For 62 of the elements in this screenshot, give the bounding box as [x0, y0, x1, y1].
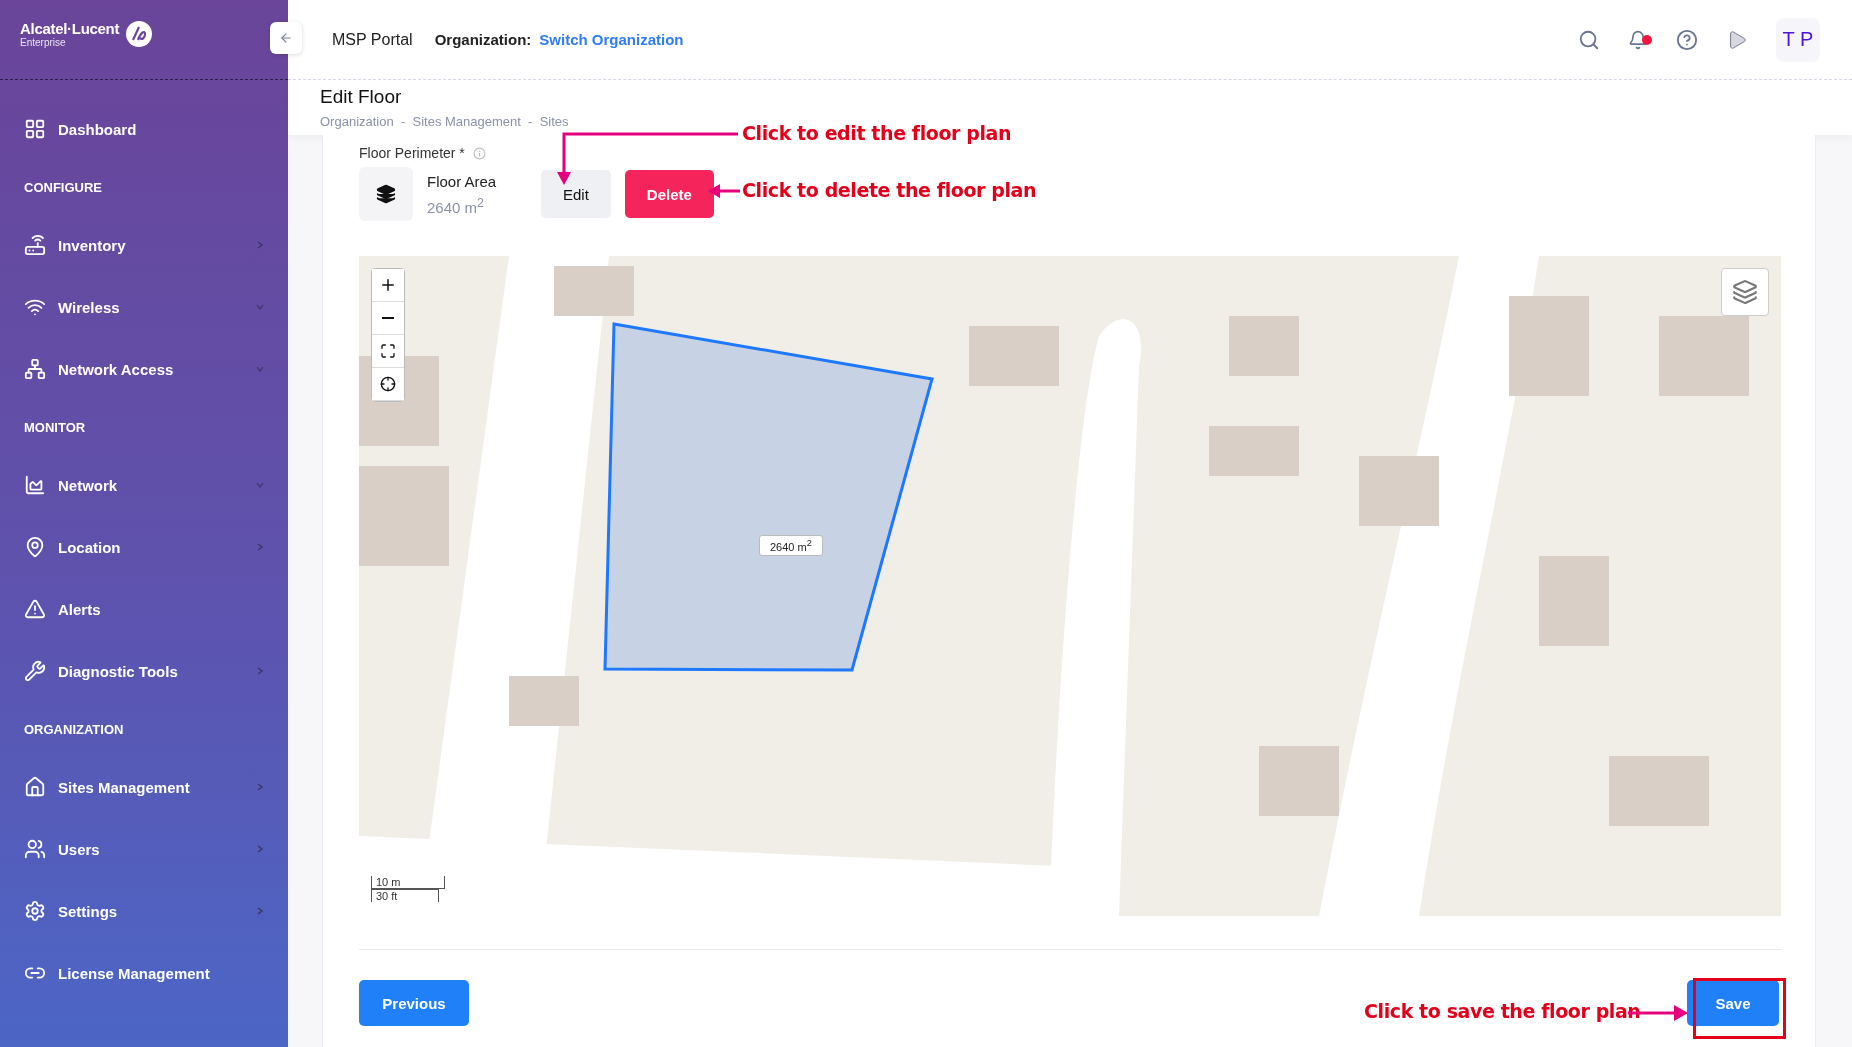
area-label: 2640 m$^{2}$ — [759, 535, 823, 556]
scale-metric: 10 m — [371, 876, 445, 889]
breadcrumb: Organization - Sites Management - Sites — [320, 114, 570, 129]
tools-icon — [24, 660, 46, 682]
brand-name: Alcatel·Lucent — [20, 20, 120, 37]
floor-perimeter-polygon[interactable] — [603, 322, 934, 672]
plus-icon — [379, 276, 397, 294]
network-icon — [24, 358, 46, 380]
layers-icon — [376, 184, 396, 204]
section-heading: MONITOR — [23, 418, 87, 437]
nav-item[interactable]: Location — [0, 516, 288, 578]
floor-area-title: Floor Area — [427, 172, 498, 190]
floor-area-value: 2640 m$^{2}$ — [427, 195, 485, 216]
users-icon — [24, 838, 46, 860]
annotation-text: Click to delete the floor plan — [742, 179, 1037, 201]
organization-label: Organization: — [434, 31, 532, 48]
warning-icon — [24, 598, 46, 620]
field-label: Floor Perimeter * — [359, 145, 465, 161]
nav-item[interactable]: Dashboard — [0, 98, 288, 160]
nav-item[interactable]: Sites Management — [0, 756, 288, 818]
logo-icon — [125, 20, 154, 48]
house-icon — [24, 776, 46, 798]
help-button[interactable] — [1676, 28, 1698, 51]
layers-icon — [1732, 279, 1758, 305]
zoom-in-button[interactable] — [372, 269, 404, 302]
previous-button[interactable]: Previous — [359, 980, 469, 1026]
edit-button[interactable]: Edit — [541, 170, 611, 218]
annotation-text: Click to save the floor plan — [1364, 1000, 1641, 1022]
settings-icon — [24, 900, 46, 922]
collapse-button[interactable] — [270, 22, 302, 54]
layers-button[interactable] — [1721, 268, 1769, 316]
nav-item[interactable]: Settings — [0, 880, 288, 942]
help-icon — [1676, 28, 1698, 51]
user-avatar[interactable]: T P — [1776, 17, 1820, 62]
nav-item[interactable]: Wireless — [0, 276, 288, 338]
crosshair-icon — [380, 376, 396, 392]
minus-icon — [382, 317, 394, 319]
page-title: Edit Floor — [320, 86, 403, 108]
annotation-text: Click to edit the floor plan — [742, 122, 1012, 144]
info-icon — [472, 146, 486, 160]
section-heading: ORGANIZATION — [23, 720, 125, 739]
portal-title: MSP Portal — [332, 30, 413, 49]
brand-subtitle: Enterprise — [20, 37, 67, 48]
nav-item[interactable]: Users — [0, 818, 288, 880]
router-icon — [24, 234, 46, 256]
nav-item[interactable]: Network Access — [0, 338, 288, 400]
save-button[interactable]: Save — [1687, 980, 1779, 1026]
delete-button[interactable]: Delete — [624, 170, 714, 218]
nav-item[interactable]: Alerts — [0, 578, 288, 640]
search-button[interactable] — [1578, 28, 1600, 51]
chart-icon — [24, 474, 46, 496]
nav-item[interactable]: Network — [0, 454, 288, 516]
search-icon — [1578, 28, 1600, 51]
grid-icon — [24, 118, 46, 140]
nav-item[interactable]: License Management — [0, 942, 288, 1004]
nav-item[interactable]: Diagnostic Tools — [0, 640, 288, 702]
section-heading: CONFIGURE — [23, 178, 103, 197]
pin-icon — [24, 536, 46, 558]
fullscreen-icon — [380, 343, 396, 359]
nav-item[interactable]: Inventory — [0, 214, 288, 276]
switch-organization-link[interactable]: Switch Organization — [539, 31, 684, 48]
scale-imperial: 30 ft — [371, 889, 439, 902]
